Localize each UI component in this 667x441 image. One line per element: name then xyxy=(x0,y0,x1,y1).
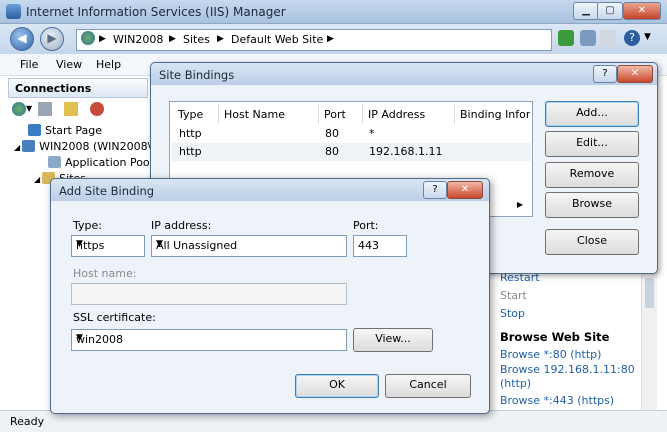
column-port[interactable]: Port xyxy=(324,108,346,121)
port-input[interactable]: 443 xyxy=(353,235,407,257)
remove-binding-button[interactable]: Remove xyxy=(545,162,639,188)
action-stop[interactable]: Stop xyxy=(500,307,525,320)
close-bindings-button[interactable]: Close xyxy=(545,229,639,255)
iis-app-icon xyxy=(6,4,21,19)
type-label: Type: xyxy=(73,219,102,232)
ip-address-select[interactable]: All Unassigned ▼ xyxy=(151,235,347,257)
table-row[interactable]: http 80 * xyxy=(171,125,531,143)
menu-view[interactable]: View xyxy=(56,58,82,71)
column-type[interactable]: Type xyxy=(178,108,203,121)
close-icon[interactable]: ✕ xyxy=(617,65,653,83)
status-text: Ready xyxy=(10,415,45,428)
chevron-down-icon[interactable]: ▼ xyxy=(26,104,32,113)
disconnect-icon[interactable] xyxy=(90,102,104,116)
port-value: 443 xyxy=(358,239,379,252)
globe-icon xyxy=(81,31,95,45)
cancel-button[interactable]: Cancel xyxy=(385,374,471,398)
column-separator xyxy=(454,104,455,124)
scrollbar-thumb[interactable] xyxy=(645,278,654,308)
binding-port: 80 xyxy=(325,145,339,158)
help-icon[interactable]: ? xyxy=(423,181,447,199)
minimize-button[interactable]: ▁ xyxy=(573,2,599,20)
close-icon[interactable]: ✕ xyxy=(447,181,483,199)
expand-icon[interactable]: ◢ xyxy=(34,175,40,184)
main-title-bar: Internet Information Services (IIS) Mana… xyxy=(0,0,667,24)
host-name-input xyxy=(71,283,347,305)
chevron-right-icon: ▶ xyxy=(217,34,224,44)
address-segment-sites[interactable]: Sites xyxy=(183,33,210,46)
start-page-icon xyxy=(28,124,41,136)
site-bindings-title: Site Bindings xyxy=(159,68,235,82)
view-certificate-button[interactable]: View... xyxy=(353,328,433,352)
address-field[interactable]: ▶ WIN2008 ▶ Sites ▶ Default Web Site ▶ xyxy=(76,29,552,51)
menu-file[interactable]: File xyxy=(20,58,38,71)
chevron-right-icon: ▶ xyxy=(99,34,106,44)
actions-scrollbar[interactable] xyxy=(641,268,657,418)
tree-item-server[interactable]: ◢ WIN2008 (WIN2008\A xyxy=(14,140,159,153)
add-binding-title: Add Site Binding xyxy=(59,184,155,198)
app-pools-icon xyxy=(48,156,61,168)
close-window-button[interactable]: ✕ xyxy=(623,2,661,20)
column-separator xyxy=(318,104,319,124)
binding-ip: 192.168.1.11 xyxy=(369,145,443,158)
browse-binding-button[interactable]: Browse xyxy=(545,192,639,218)
chevron-right-icon: ▶ xyxy=(327,34,334,44)
table-row[interactable]: http 80 192.168.1.11 xyxy=(171,143,531,161)
chevron-down-icon: ▼ xyxy=(156,239,163,249)
port-label: Port: xyxy=(353,219,379,232)
binding-ip: * xyxy=(369,127,375,140)
chevron-down-icon[interactable]: ▼ xyxy=(644,32,651,42)
help-icon[interactable]: ? xyxy=(593,65,617,83)
action-start: Start xyxy=(500,289,527,302)
menu-help[interactable]: Help xyxy=(96,58,121,71)
ip-address-label: IP address: xyxy=(151,219,212,232)
tree-item-start-page[interactable]: Start Page xyxy=(28,124,102,137)
help-icon[interactable]: ? xyxy=(624,30,640,46)
window-title: Internet Information Services (IIS) Mana… xyxy=(26,5,286,19)
column-separator xyxy=(362,104,363,124)
chevron-down-icon: ▼ xyxy=(76,333,83,343)
action-browse-80[interactable]: Browse *:80 (http) xyxy=(500,348,601,361)
expand-icon[interactable]: ◢ xyxy=(14,143,20,152)
refresh-icon[interactable] xyxy=(558,30,574,46)
connect-icon[interactable] xyxy=(12,102,26,116)
maximize-button[interactable]: ▢ xyxy=(597,2,623,20)
stop-icon[interactable] xyxy=(580,30,596,46)
host-name-label: Host name: xyxy=(73,267,137,280)
ok-button[interactable]: OK xyxy=(295,374,379,398)
ssl-certificate-label: SSL certificate: xyxy=(73,311,156,324)
add-site-binding-dialog: Add Site Binding ? ✕ Type: https ▼ IP ad… xyxy=(50,178,490,414)
chevron-down-icon: ▼ xyxy=(76,239,83,249)
binding-type: http xyxy=(179,127,202,140)
column-ip-address[interactable]: IP Address xyxy=(368,108,425,121)
binding-type: http xyxy=(179,145,202,158)
browse-web-site-header: Browse Web Site xyxy=(500,330,610,344)
binding-port: 80 xyxy=(325,127,339,140)
address-segment-site[interactable]: Default Web Site xyxy=(231,33,323,46)
edit-binding-button[interactable]: Edit... xyxy=(545,131,639,157)
connections-toolbar: ▼ xyxy=(8,100,148,120)
column-binding-info[interactable]: Binding Inforn xyxy=(460,108,530,121)
home-icon[interactable] xyxy=(600,30,616,46)
action-browse-ip-cont[interactable]: (http) xyxy=(500,377,531,390)
server-icon xyxy=(22,140,36,152)
action-browse-443[interactable]: Browse *:443 (https) xyxy=(500,394,614,407)
column-separator xyxy=(218,104,219,124)
type-select[interactable]: https ▼ xyxy=(71,235,145,257)
ssl-certificate-select[interactable]: win2008 ▼ xyxy=(71,329,347,351)
chevron-right-icon: ▶ xyxy=(169,34,176,44)
add-binding-button[interactable]: Add... xyxy=(545,101,639,127)
scroll-right-icon[interactable]: ▶ xyxy=(510,198,530,212)
tree-item-app-pools[interactable]: Application Pools xyxy=(48,156,158,169)
save-icon[interactable] xyxy=(38,102,52,116)
forward-icon[interactable]: ▶ xyxy=(40,27,64,51)
navigation-bar: ◀ ▶ ▶ WIN2008 ▶ Sites ▶ Default Web Site… xyxy=(0,24,667,54)
back-icon[interactable]: ◀ xyxy=(10,27,34,51)
folder-icon[interactable] xyxy=(64,102,78,116)
address-segment-server[interactable]: WIN2008 xyxy=(113,33,163,46)
action-browse-ip[interactable]: Browse 192.168.1.11:80 xyxy=(500,363,635,376)
connections-header: Connections xyxy=(8,78,148,98)
actions-panel: Restart Start Stop Browse Web Site Brows… xyxy=(490,268,640,418)
column-host-name[interactable]: Host Name xyxy=(224,108,285,121)
